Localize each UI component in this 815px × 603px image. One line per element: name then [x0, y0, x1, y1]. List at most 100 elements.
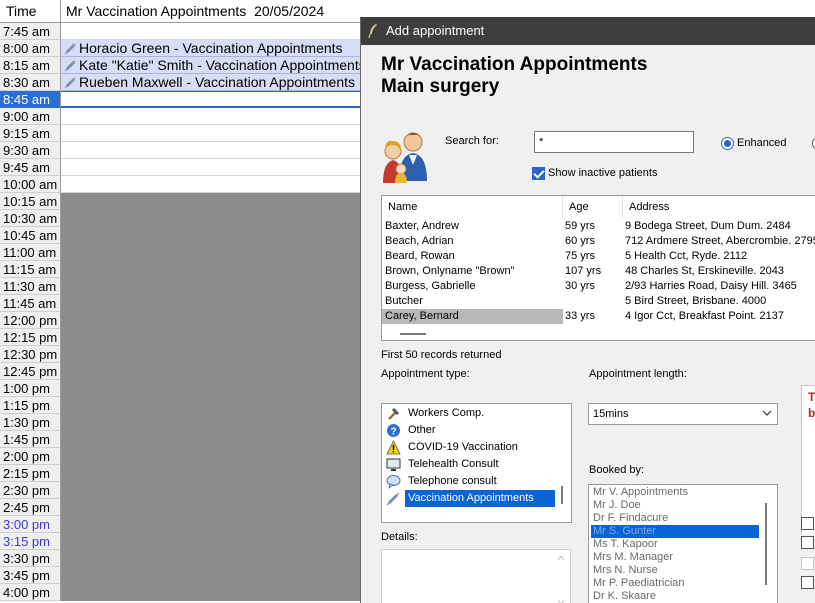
time-label: 7:45 am [0, 23, 61, 40]
time-label: 8:45 am [0, 91, 61, 108]
appointment-type-label: Appointment type: [381, 368, 470, 380]
appointment-type-list[interactable]: Workers Comp. ? Other COVID-19 Vaccination T… [381, 403, 572, 523]
details-textarea[interactable] [381, 549, 571, 603]
time-label: 8:00 am [0, 40, 61, 57]
patient-age: 30 yrs [565, 280, 595, 292]
appointment-type-item[interactable]: ? Other [385, 422, 555, 439]
time-label: 2:15 pm [0, 465, 61, 482]
show-inactive-checkbox[interactable] [532, 167, 545, 180]
scroll-thumb[interactable] [400, 333, 426, 335]
appointment-type-label: Telehealth Consult [408, 458, 499, 470]
time-column-header: Time [0, 0, 61, 23]
patient-row[interactable]: Beach, Adrian 60 yrs 712 Ardmere Street, A… [382, 234, 815, 249]
booked-by-item[interactable]: Ms T. Kapoor [591, 538, 759, 551]
syringe-icon [64, 77, 76, 89]
booked-by-item[interactable]: Mr V. Appointments [591, 486, 759, 499]
appointment-type-item[interactable]: COVID-19 Vaccination [385, 439, 555, 456]
appointment-length-label: Appointment length: [589, 368, 687, 380]
booked-by-list[interactable]: Mr V. Appointments Mr J. Doe Dr F. Findacu… [588, 484, 778, 603]
patient-row[interactable]: Brown, Onlyname "Brown" 107 yrs 48 Charles… [382, 264, 815, 279]
patient-grid[interactable]: Name Age Address Baxter, Andrew 59 yrs 9 B… [381, 195, 815, 341]
column-header-age[interactable]: Age [563, 196, 623, 218]
horizontal-scrollbar[interactable] [382, 327, 815, 340]
booked-by-item[interactable]: Dr F. Findacure [591, 512, 759, 525]
appointment-type-item[interactable]: Vaccination Appointments [385, 490, 555, 507]
appointment-label: Rueben Maxwell - Vaccination Appointment… [79, 74, 356, 90]
patient-row[interactable]: Carey, Bernard 33 yrs 4 Igor Cct, Breakfas… [382, 309, 815, 324]
time-label: 10:30 am [0, 210, 61, 227]
time-label: 8:15 am [0, 57, 61, 74]
dialog-subheading: Main surgery [381, 76, 500, 97]
patient-row[interactable]: Beard, Rowan 75 yrs 5 Health Cct, Ryde. 21… [382, 249, 815, 264]
syringe-icon [64, 43, 76, 55]
booked-by-item[interactable]: Mr J. Doe [591, 499, 759, 512]
appointment-label: Kate "Katie" Smith - Vaccination Appoint… [79, 57, 366, 73]
appointment-type-label: Workers Comp. [408, 407, 485, 419]
patient-address: 712 Ardmere Street, Abercrombie. 2795 [625, 235, 815, 247]
search-input[interactable] [534, 131, 694, 153]
time-label: 12:45 pm [0, 363, 61, 380]
enhanced-radio[interactable] [721, 137, 734, 150]
patient-name: Carey, Bernard [385, 310, 459, 322]
time-label: 11:00 am [0, 244, 61, 261]
show-inactive-label[interactable]: Show inactive patients [548, 167, 657, 179]
time-label: 1:45 pm [0, 431, 61, 448]
vertical-scroll-thumb[interactable] [765, 503, 767, 585]
time-label: 8:30 am [0, 74, 61, 91]
patient-age: 59 yrs [565, 220, 595, 232]
time-label: 2:00 pm [0, 448, 61, 465]
option-checkbox-4[interactable] [801, 576, 814, 589]
patient-age: 75 yrs [565, 250, 595, 262]
time-label: 10:00 am [0, 176, 61, 193]
enhanced-label[interactable]: Enhanced [737, 137, 787, 149]
booked-by-item[interactable]: Mrs M. Manager [591, 551, 759, 564]
dialog-title-bar[interactable]: Add appointment [361, 17, 815, 45]
time-label: 12:15 pm [0, 329, 61, 346]
time-label: 1:00 pm [0, 380, 61, 397]
dialog-body: Mr Vaccination Appointments Main surgery… [361, 45, 815, 603]
hammer-icon [388, 408, 399, 420]
appointment-length-select[interactable]: 15mins [588, 403, 778, 425]
option-checkbox-2[interactable] [801, 536, 814, 549]
vertical-scroll-thumb[interactable] [561, 486, 563, 504]
app-feather-icon [368, 24, 377, 39]
warning-icon [386, 440, 401, 455]
practitioner-name: Mr Vaccination Appointments [66, 3, 247, 19]
syringe-icon [386, 492, 400, 506]
patient-row[interactable]: Butcher 5 Bird Street, Brisbane. 4000 [382, 294, 815, 309]
appointment-type-label: COVID-19 Vaccination [408, 441, 518, 453]
booked-by-item[interactable]: Dr K. Skaare [591, 590, 759, 603]
patient-name: Beach, Adrian [385, 235, 454, 247]
time-label: 2:45 pm [0, 499, 61, 516]
time-label: 11:15 am [0, 261, 61, 278]
option-checkbox-1[interactable] [801, 517, 814, 530]
patient-name: Baxter, Andrew [385, 220, 459, 232]
time-label: 3:15 pm [0, 533, 61, 550]
booked-by-item[interactable]: Mrs N. Nurse [591, 564, 759, 577]
details-scrollbar[interactable] [558, 556, 564, 603]
patient-address: 2/93 Harries Road, Daisy Hill. 3465 [625, 280, 797, 292]
patient-age: 60 yrs [565, 235, 595, 247]
syringe-icon [64, 60, 76, 72]
patient-row[interactable]: Burgess, Gabrielle 30 yrs 2/93 Harries Roa… [382, 279, 815, 294]
patient-row[interactable]: Baxter, Andrew 59 yrs 9 Bodega Street, Dum… [382, 219, 815, 234]
booked-by-item[interactable]: Mr P. Paediatrician [591, 577, 759, 590]
dialog-heading: Mr Vaccination Appointments [381, 54, 648, 75]
appointment-type-item[interactable]: Telephone consult [385, 473, 555, 490]
column-header-name[interactable]: Name [382, 196, 563, 218]
time-label: 12:30 pm [0, 346, 61, 363]
time-label: 9:00 am [0, 108, 61, 125]
add-appointment-dialog: Add appointment Mr Vaccination Appointme… [360, 17, 815, 603]
column-header-address[interactable]: Address [623, 196, 815, 218]
booked-by-item[interactable]: Mr S. Gunter [591, 525, 759, 538]
time-label: 10:45 am [0, 227, 61, 244]
appointment-type-item[interactable]: Workers Comp. [385, 405, 555, 422]
patient-address: 4 Igor Cct, Breakfast Point. 2137 [625, 310, 784, 322]
appointment-label: Horacio Green - Vaccination Appointments [79, 40, 343, 56]
patient-age: 107 yrs [565, 265, 602, 277]
patient-name: Beard, Rowan [385, 250, 455, 262]
time-label: 1:15 pm [0, 397, 61, 414]
time-label: 10:15 am [0, 193, 61, 210]
appointment-type-item[interactable]: Telehealth Consult [385, 456, 555, 473]
time-label: 9:15 am [0, 125, 61, 142]
